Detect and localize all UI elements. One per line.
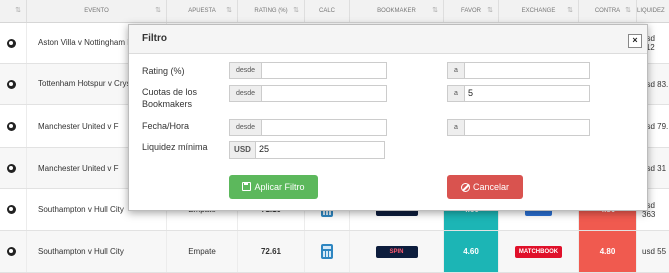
contra-odds[interactable]: 4.80 bbox=[579, 231, 637, 272]
table-row[interactable]: Southampton v Hull City Empate 72.61 SPI… bbox=[0, 231, 669, 273]
soccer-ball-icon-cell bbox=[0, 64, 27, 104]
fecha-from-input[interactable] bbox=[261, 119, 387, 136]
rating-to-input[interactable] bbox=[464, 62, 590, 79]
header-exchange[interactable]: EXCHANGE ⇅ bbox=[499, 0, 579, 22]
currency-addon: USD bbox=[229, 141, 255, 159]
sort-icon[interactable]: ⇅ bbox=[15, 0, 21, 22]
fecha-to-input[interactable] bbox=[464, 119, 590, 136]
bet-type: Empate bbox=[167, 231, 238, 272]
desde-addon: desde bbox=[229, 62, 261, 79]
soccer-ball-icon-cell bbox=[0, 23, 27, 63]
header-contra[interactable]: CONTRA ⇅ bbox=[579, 0, 637, 22]
liquidez-input[interactable]: 25 bbox=[255, 141, 385, 159]
header-bookmaker[interactable]: BOOKMAKER ⇅ bbox=[350, 0, 444, 22]
ban-icon bbox=[460, 183, 470, 192]
favor-odds[interactable]: 4.60 bbox=[444, 231, 499, 272]
sort-icon[interactable]: ⇅ bbox=[155, 0, 161, 22]
calculator-icon[interactable] bbox=[321, 244, 333, 259]
fecha-label: Fecha/Hora bbox=[142, 121, 190, 131]
soccer-ball-icon bbox=[7, 247, 16, 256]
exchange-cell[interactable]: MATCHBOOK bbox=[499, 231, 579, 272]
sort-icon[interactable]: ⇅ bbox=[567, 0, 573, 22]
header-evento[interactable]: EVENTO ⇅ bbox=[27, 0, 167, 22]
a-addon: a bbox=[447, 85, 464, 102]
apply-filter-label: Aplicar Filtro bbox=[254, 182, 305, 192]
modal-header: Filtro × bbox=[129, 25, 647, 54]
bookmaker-logo[interactable]: SPIN bbox=[375, 245, 418, 258]
liquidez-label: Liquidez mínima bbox=[142, 142, 208, 152]
cancel-button[interactable]: Cancelar bbox=[447, 175, 523, 199]
soccer-ball-icon bbox=[7, 121, 16, 131]
modal-title: Filtro bbox=[142, 33, 167, 44]
soccer-ball-icon-cell bbox=[0, 189, 27, 230]
cancel-label: Cancelar bbox=[472, 182, 510, 192]
soccer-ball-icon bbox=[7, 38, 16, 48]
table-header: ⇅ EVENTO ⇅ APUESTA ⇅ RATING (%) ⇅ CALC BOOK… bbox=[0, 0, 669, 23]
cuotas-from-input[interactable] bbox=[261, 85, 387, 102]
cuotas-to-input[interactable]: 5 bbox=[464, 85, 590, 102]
soccer-ball-icon bbox=[7, 79, 16, 89]
save-icon bbox=[242, 182, 252, 191]
header-rating[interactable]: RATING (%) ⇅ bbox=[238, 0, 305, 22]
header-liquidez[interactable]: LIQUIDEZ bbox=[637, 0, 669, 22]
apply-filter-button[interactable]: Aplicar Filtro bbox=[229, 175, 318, 199]
a-addon: a bbox=[447, 62, 464, 79]
calculator-cell[interactable] bbox=[305, 231, 350, 272]
soccer-ball-icon bbox=[7, 205, 16, 214]
rating-label: Rating (%) bbox=[142, 66, 185, 76]
header-apuesta[interactable]: APUESTA ⇅ bbox=[167, 0, 238, 22]
desde-addon: desde bbox=[229, 85, 261, 102]
header-icon-col: ⇅ bbox=[0, 0, 27, 22]
cuotas-label: Cuotas de los Bookmakers bbox=[142, 87, 198, 109]
header-favor[interactable]: FAVOR ⇅ bbox=[444, 0, 499, 22]
soccer-ball-icon bbox=[7, 163, 16, 173]
rating-value: 72.61 bbox=[238, 231, 305, 272]
bookmaker-cell[interactable]: SPIN bbox=[350, 231, 444, 272]
sort-icon[interactable]: ⇅ bbox=[487, 0, 493, 22]
filter-modal: Filtro × Rating (%) desde a Cuotas de lo… bbox=[128, 24, 648, 211]
sort-icon[interactable]: ⇅ bbox=[625, 0, 631, 22]
exchange-logo[interactable]: MATCHBOOK bbox=[514, 245, 563, 258]
sort-icon[interactable]: ⇅ bbox=[432, 0, 438, 22]
sort-icon[interactable]: ⇅ bbox=[226, 0, 232, 22]
soccer-ball-icon-cell bbox=[0, 231, 27, 272]
a-addon: a bbox=[447, 119, 464, 136]
desde-addon: desde bbox=[229, 119, 261, 136]
rating-from-input[interactable] bbox=[261, 62, 387, 79]
soccer-ball-icon-cell bbox=[0, 105, 27, 147]
header-calc: CALC bbox=[305, 0, 350, 22]
liquidity-value: usd 55 bbox=[642, 247, 667, 256]
sort-icon[interactable]: ⇅ bbox=[293, 0, 299, 22]
soccer-ball-icon-cell bbox=[0, 148, 27, 188]
close-icon[interactable]: × bbox=[628, 34, 642, 48]
event-name[interactable]: Southampton v Hull City bbox=[27, 231, 167, 272]
